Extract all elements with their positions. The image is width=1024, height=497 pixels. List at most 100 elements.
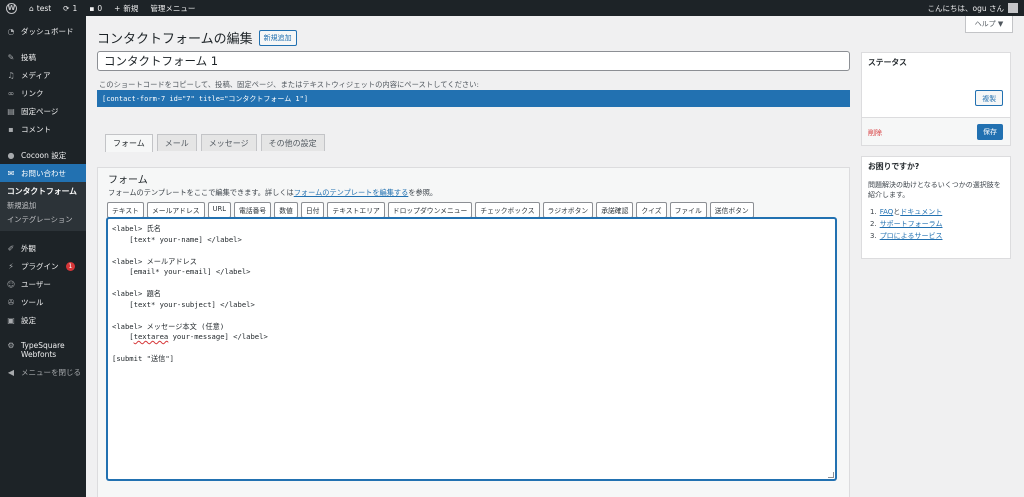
editor-line: <label> メールアドレス [112,256,197,266]
tag-email-button[interactable]: メールアドレス [146,202,205,218]
sidebar-item-tools[interactable]: ✇ ツール [0,293,86,311]
tag-radio-button[interactable]: ラジオボタン [542,202,594,218]
tab-mail[interactable]: メール [156,134,197,151]
tag-number-button[interactable]: 数値 [274,202,298,218]
editor-line: [email* your-email] </label> [112,267,251,276]
sidebar-item-comments[interactable]: ▪ コメント [0,120,86,138]
delete-link[interactable]: 削除 [868,128,882,138]
help-box-text: 問題解決の助けとなるいくつかの選択肢を紹介します。 [868,181,1001,199]
tag-date-button[interactable]: 日付 [300,202,325,218]
tag-dropdown-button[interactable]: ドロップダウンメニュー [387,202,473,218]
shortcode-note: このショートコードをコピーして、投稿、固定ページ、またはテキストウィジェットの内… [99,80,479,89]
sidebar-item-typesquare[interactable]: ⚙ TypeSquare Webfonts [0,337,86,363]
pin-icon: ✎ [7,52,15,62]
admin-menu-link[interactable]: 管理メニュー [144,0,201,16]
plugins-update-badge: 1 [65,261,76,271]
wp-logo-menu[interactable]: W [0,0,23,16]
submenu-integration[interactable]: インテグレーション [0,213,86,227]
collapse-menu-button[interactable]: ◀ メニューを閉じる [0,363,86,381]
editor-line: <label> メッセージ本文 (任意) [112,321,225,331]
new-content-link[interactable]: + 新規 [108,0,144,16]
submenu-contact-forms[interactable]: コンタクトフォーム [0,185,86,199]
status-box-title: ステータス [868,58,907,67]
tag-tel-button[interactable]: 電話番号 [234,202,272,218]
wrench-icon: ✇ [7,297,15,307]
spellcheck-word: textarea [133,332,169,341]
tab-messages[interactable]: メッセージ [200,134,257,151]
form-title-input[interactable]: コンタクトフォーム 1 [97,51,850,71]
tag-checkbox-button[interactable]: チェックボックス [475,202,540,218]
sidebar-item-links[interactable]: ∞ リンク [0,84,86,102]
collapse-icon: ◀ [7,367,15,377]
site-name-link[interactable]: ⌂ test [23,0,57,16]
editor-tabs: フォーム メール メッセージ その他の設定 [105,134,325,152]
sidebar-item-settings[interactable]: ▣ 設定 [0,311,86,329]
gear-icon: ⚙ [7,341,15,350]
duplicate-button[interactable]: 複製 [975,90,1003,106]
support-forum-link[interactable]: サポートフォーラム [880,218,943,230]
editor-line: <label> 題名 [112,289,161,298]
list-item: 3. プロによるサービス [870,230,943,242]
main-content: コンタクトフォームの編集 新規追加 コンタクトフォーム 1 このショートコードを… [86,16,1024,497]
form-panel-description: フォームのテンプレートをここで編集できます。詳しくはフォームのテンプレートを編集… [108,188,438,197]
editor-line: [submit "送信"] [112,354,174,363]
sidebar-item-contact[interactable]: ✉ お問い合わせ [0,164,86,182]
contact-submenu: コンタクトフォーム 新規追加 インテグレーション [0,182,86,231]
sidebar-item-media[interactable]: ♫ メディア [0,66,86,84]
sidebar-item-plugins[interactable]: ⚡ プラグイン 1 [0,257,86,275]
tag-url-button[interactable]: URL [207,202,232,218]
status-box-footer: 削除 保存 [862,117,1010,145]
tag-submit-button[interactable]: 送信ボタン [709,202,754,218]
tag-file-button[interactable]: ファイル [669,202,707,218]
shortcode-field[interactable]: [contact-form-7 id="7" title="コンタクトフォーム … [97,90,850,107]
user-icon: ☺ [6,279,16,289]
admin-sidebar: ◔ ダッシュボード ✎ 投稿 ♫ メディア ∞ リンク ▤ 固定ページ ▪ コメント ● Co… [0,16,86,497]
list-item: 2. サポートフォーラム [870,218,943,230]
help-box-title: お困りですか? [868,162,920,171]
updates-link[interactable]: ⟳ 1 [57,0,83,16]
tag-acceptance-button[interactable]: 承諾確認 [596,202,634,218]
sidebar-item-cocoon[interactable]: ● Cocoon 設定 [0,146,86,164]
refresh-icon: ⟳ [63,3,70,13]
tag-quiz-button[interactable]: クイズ [636,202,667,218]
list-item: 1. FAQとドキュメント [870,208,943,216]
sidebar-item-appearance[interactable]: ✐ 外観 [0,239,86,257]
editor-line: [text* your-name] </label> [112,234,242,244]
sidebar-item-posts[interactable]: ✎ 投稿 [0,48,86,66]
link-icon: ∞ [7,88,15,98]
my-account[interactable]: こんにちは、ogu さん [928,3,1024,14]
save-button[interactable]: 保存 [977,124,1003,140]
resize-handle[interactable] [828,472,834,478]
editor-line: [text* your-subject] </label> [112,299,255,309]
media-icon: ♫ [7,70,15,80]
sidebar-item-users[interactable]: ☺ ユーザー [0,275,86,293]
sidebar-item-dashboard[interactable]: ◔ ダッシュボード [0,22,86,40]
form-panel-heading: フォーム [108,175,148,186]
plus-icon: + [114,3,121,13]
sidebar-item-pages[interactable]: ▤ 固定ページ [0,102,86,120]
help-box: お困りですか? 問題解決の助けとなるいくつかの選択肢を紹介します。 1. FAQ… [861,156,1011,259]
tag-generator-buttons: テキスト メールアドレス URL 電話番号 数値 日付 テキストエリア ドロップ… [107,202,754,218]
form-panel: フォーム フォームのテンプレートをここで編集できます。詳しくはフォームのテンプレ… [97,167,850,497]
faq-link[interactable]: FAQ [880,208,894,216]
home-icon: ⌂ [29,3,34,13]
page-icon: ▤ [7,106,15,116]
tab-additional-settings[interactable]: その他の設定 [260,134,325,151]
submenu-add-new[interactable]: 新規追加 [0,199,86,213]
form-template-editor[interactable]: <label> 氏名 [text* your-name] </label> <l… [107,218,836,480]
comment-icon: ▪ [8,124,14,134]
add-new-button[interactable]: 新規追加 [258,29,297,46]
avatar [1008,3,1018,13]
page-title: コンタクトフォームの編集 [97,32,253,47]
tag-textarea-button[interactable]: テキストエリア [327,202,385,218]
pro-services-link[interactable]: プロによるサービス [880,230,943,242]
edit-template-link[interactable]: フォームのテンプレートを編集する [294,188,409,197]
docs-link[interactable]: ドキュメント [900,208,942,216]
tab-form[interactable]: フォーム [105,134,153,152]
comments-link[interactable]: ▪ 0 [83,0,108,16]
status-box: ステータス 複製 削除 保存 [861,52,1011,146]
wordpress-logo-icon: W [6,2,17,14]
comment-icon: ▪ [89,3,95,13]
tag-text-button[interactable]: テキスト [107,202,144,218]
mail-icon: ✉ [7,168,15,178]
